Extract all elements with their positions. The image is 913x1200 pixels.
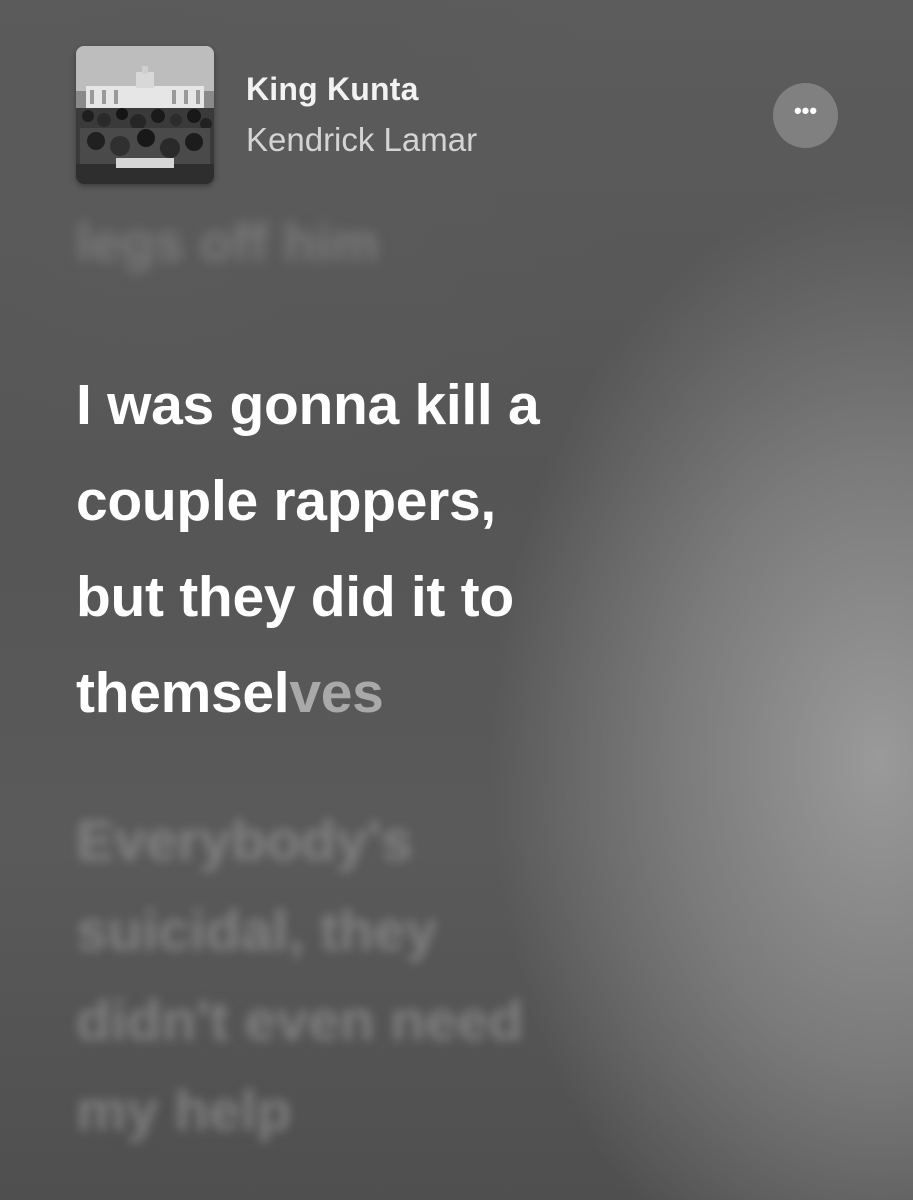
artist-name[interactable]: Kendrick Lamar (246, 121, 477, 159)
next-lyric[interactable]: Everybody's suicidal, they didn't even n… (76, 796, 523, 1156)
sung-text: themsel (76, 661, 290, 725)
next-lyric-line: Everybody's (76, 809, 413, 873)
current-lyric[interactable]: I was gonna kill a couple rappers, but t… (76, 357, 540, 741)
next-lyric-line: didn't even need (76, 989, 524, 1053)
next-lyric-line: my help (76, 1079, 292, 1143)
previous-lyric-line[interactable]: legs off him (76, 208, 379, 278)
album-artwork[interactable] (76, 46, 214, 184)
more-options-button[interactable]: ••• (773, 83, 838, 148)
current-lyric-last-line: themselves (76, 645, 539, 741)
next-lyric-line: suicidal, they (76, 899, 438, 963)
ellipsis-icon: ••• (793, 97, 818, 123)
song-title[interactable]: King Kunta (246, 71, 419, 108)
current-lyric-line: couple rappers, (76, 469, 496, 533)
current-lyric-line: but they did it to (76, 565, 514, 629)
current-lyric-line: I was gonna kill a (76, 373, 540, 437)
unsung-text: ves (289, 661, 384, 725)
now-playing-header: King Kunta Kendrick Lamar ••• (0, 0, 913, 200)
